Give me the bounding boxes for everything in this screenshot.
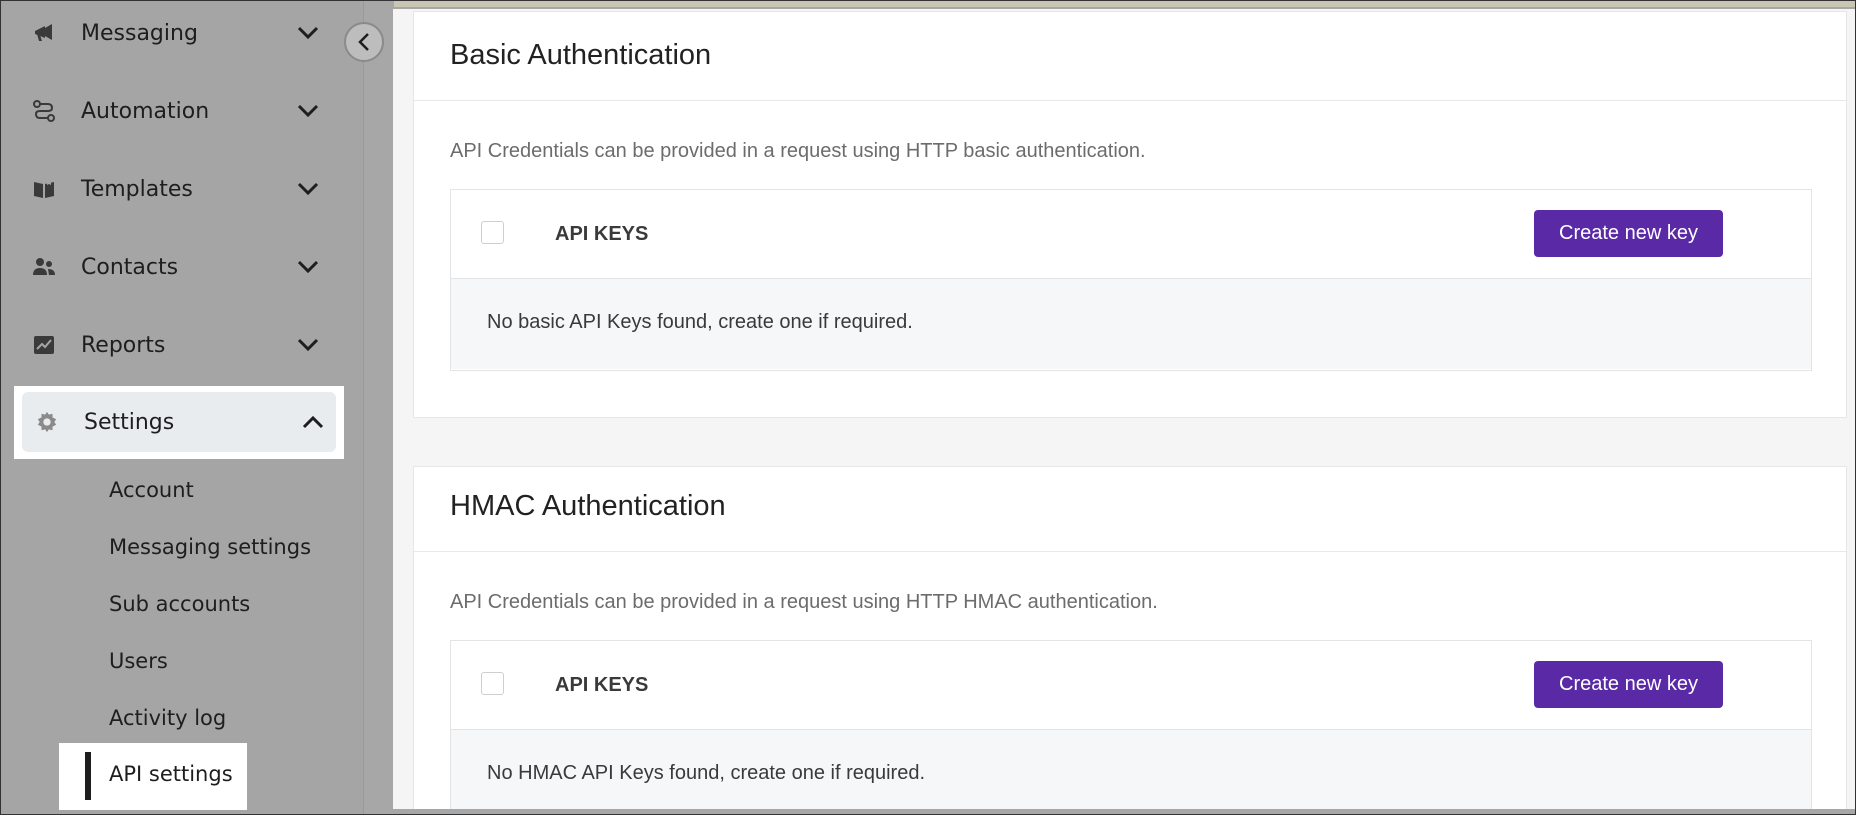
sidebar-subitem-messaging-settings[interactable]: Messaging settings bbox=[109, 535, 311, 559]
select-all-checkbox[interactable] bbox=[481, 672, 504, 695]
sidebar-item-contacts[interactable]: Contacts bbox=[21, 237, 331, 297]
card-divider bbox=[414, 100, 1846, 101]
select-all-checkbox[interactable] bbox=[481, 221, 504, 244]
empty-message: No basic API Keys found, create one if r… bbox=[487, 311, 913, 333]
api-keys-header: API KEYS Create new key bbox=[451, 641, 1811, 730]
chevron-down-icon bbox=[293, 330, 323, 360]
chevron-down-icon bbox=[293, 174, 323, 204]
card-description: API Credentials can be provided in a req… bbox=[450, 591, 1158, 613]
card-title: HMAC Authentication bbox=[450, 490, 726, 522]
sidebar-item-messaging[interactable]: Messaging bbox=[21, 3, 331, 63]
create-new-key-button[interactable]: Create new key bbox=[1534, 210, 1723, 257]
sidebar-item-label: Settings bbox=[84, 409, 175, 435]
sidebar-divider bbox=[363, 1, 394, 814]
api-keys-header: API KEYS Create new key bbox=[451, 190, 1811, 279]
collapse-sidebar-button[interactable] bbox=[344, 22, 384, 62]
megaphone-icon bbox=[31, 20, 57, 46]
card-title: Basic Authentication bbox=[450, 39, 712, 71]
sidebar-item-settings[interactable]: Settings bbox=[22, 392, 336, 452]
api-keys-table: API KEYS Create new key No basic API Key… bbox=[450, 189, 1812, 371]
sidebar: Messaging Automation Templates Contacts … bbox=[1, 1, 363, 814]
card-description: API Credentials can be provided in a req… bbox=[450, 140, 1146, 162]
sidebar-item-label: Reports bbox=[81, 332, 166, 358]
api-keys-label: API KEYS bbox=[555, 674, 649, 696]
empty-state: No basic API Keys found, create one if r… bbox=[451, 279, 1811, 369]
sidebar-subitem-account[interactable]: Account bbox=[109, 478, 194, 502]
settings-highlight: Settings bbox=[14, 386, 344, 459]
chevron-left-icon bbox=[358, 33, 369, 51]
book-icon bbox=[31, 176, 57, 202]
chart-icon bbox=[31, 332, 57, 358]
sidebar-subitem-api-settings[interactable]: API settings bbox=[59, 743, 247, 810]
sidebar-item-reports[interactable]: Reports bbox=[21, 315, 331, 375]
api-keys-label: API KEYS bbox=[555, 223, 649, 245]
empty-message: No HMAC API Keys found, create one if re… bbox=[487, 762, 925, 784]
sidebar-subitem-sub-accounts[interactable]: Sub accounts bbox=[109, 592, 250, 616]
active-indicator bbox=[85, 752, 91, 800]
basic-auth-card: Basic Authentication API Credentials can… bbox=[413, 11, 1847, 418]
sidebar-subitem-label: API settings bbox=[109, 762, 233, 786]
sidebar-item-automation[interactable]: Automation bbox=[21, 81, 331, 141]
empty-state: No HMAC API Keys found, create one if re… bbox=[451, 730, 1811, 809]
api-keys-table: API KEYS Create new key No HMAC API Keys… bbox=[450, 640, 1812, 809]
users-icon bbox=[31, 254, 57, 280]
chevron-up-icon bbox=[298, 407, 328, 437]
chevron-down-icon bbox=[293, 96, 323, 126]
sidebar-subitem-activity-log[interactable]: Activity log bbox=[109, 706, 226, 730]
create-new-key-button[interactable]: Create new key bbox=[1534, 661, 1723, 708]
route-icon bbox=[31, 98, 57, 124]
sidebar-subitem-users[interactable]: Users bbox=[109, 649, 168, 673]
sidebar-item-label: Contacts bbox=[81, 254, 179, 280]
sidebar-item-label: Automation bbox=[81, 98, 210, 124]
chevron-down-icon bbox=[293, 18, 323, 48]
sidebar-item-templates[interactable]: Templates bbox=[21, 159, 331, 219]
app-window: Messaging Automation Templates Contacts … bbox=[0, 0, 1856, 815]
sidebar-item-label: Templates bbox=[81, 176, 193, 202]
gear-icon bbox=[34, 409, 60, 435]
main-content: Basic Authentication API Credentials can… bbox=[393, 9, 1855, 809]
card-divider bbox=[414, 551, 1846, 552]
sidebar-item-label: Messaging bbox=[81, 20, 198, 46]
hmac-auth-card: HMAC Authentication API Credentials can … bbox=[413, 466, 1847, 809]
chevron-down-icon bbox=[293, 252, 323, 282]
